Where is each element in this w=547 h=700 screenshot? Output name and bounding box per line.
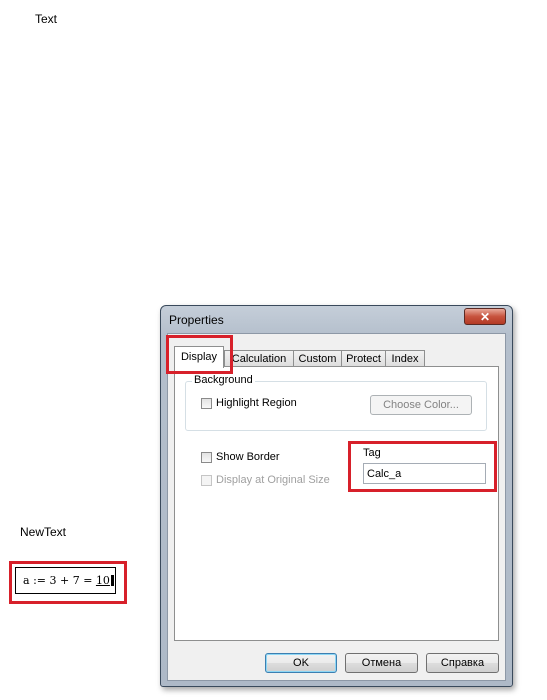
display-original-size-checkbox[interactable]	[201, 474, 212, 486]
help-button[interactable]: Справка	[426, 653, 499, 673]
text-region-label[interactable]: Text	[35, 12, 57, 26]
dialog-titlebar[interactable]: Properties ✕	[161, 306, 512, 332]
choose-color-button[interactable]: Choose Color...	[370, 395, 472, 415]
properties-dialog: Properties ✕ Display Calculation Custom …	[160, 305, 513, 687]
background-group-label: Background	[192, 374, 255, 386]
show-border-label: Show Border	[216, 451, 280, 463]
show-border-option[interactable]: Show Border	[201, 451, 280, 463]
dialog-client-area: Display Calculation Custom Protect Index…	[167, 333, 506, 681]
close-icon: ✕	[479, 310, 491, 324]
background-groupbox: Background Highlight Region Choose Color…	[185, 374, 487, 431]
cancel-button[interactable]: Отмена	[345, 653, 418, 673]
highlight-region-label: Highlight Region	[216, 397, 297, 409]
dialog-title: Properties	[169, 313, 224, 327]
show-border-checkbox[interactable]	[201, 451, 212, 463]
tab-custom[interactable]: Custom	[293, 350, 342, 367]
display-tab-panel: Background Highlight Region Choose Color…	[174, 366, 499, 641]
display-original-size-option[interactable]: Display at Original Size	[201, 474, 330, 486]
close-button[interactable]: ✕	[464, 308, 506, 325]
highlight-region-checkbox[interactable]	[201, 397, 212, 409]
ok-button[interactable]: OK	[265, 653, 337, 673]
tab-index[interactable]: Index	[385, 350, 425, 367]
tab-protect[interactable]: Protect	[341, 350, 386, 367]
newtext-region-label[interactable]: NewText	[20, 525, 66, 539]
display-original-size-label: Display at Original Size	[216, 474, 330, 486]
highlight-region-option[interactable]: Highlight Region	[201, 397, 297, 409]
tab-calculation[interactable]: Calculation	[224, 350, 294, 367]
math-highlight-box	[9, 561, 127, 604]
tab-display[interactable]: Display	[174, 346, 224, 368]
tag-highlight-box	[348, 441, 497, 492]
